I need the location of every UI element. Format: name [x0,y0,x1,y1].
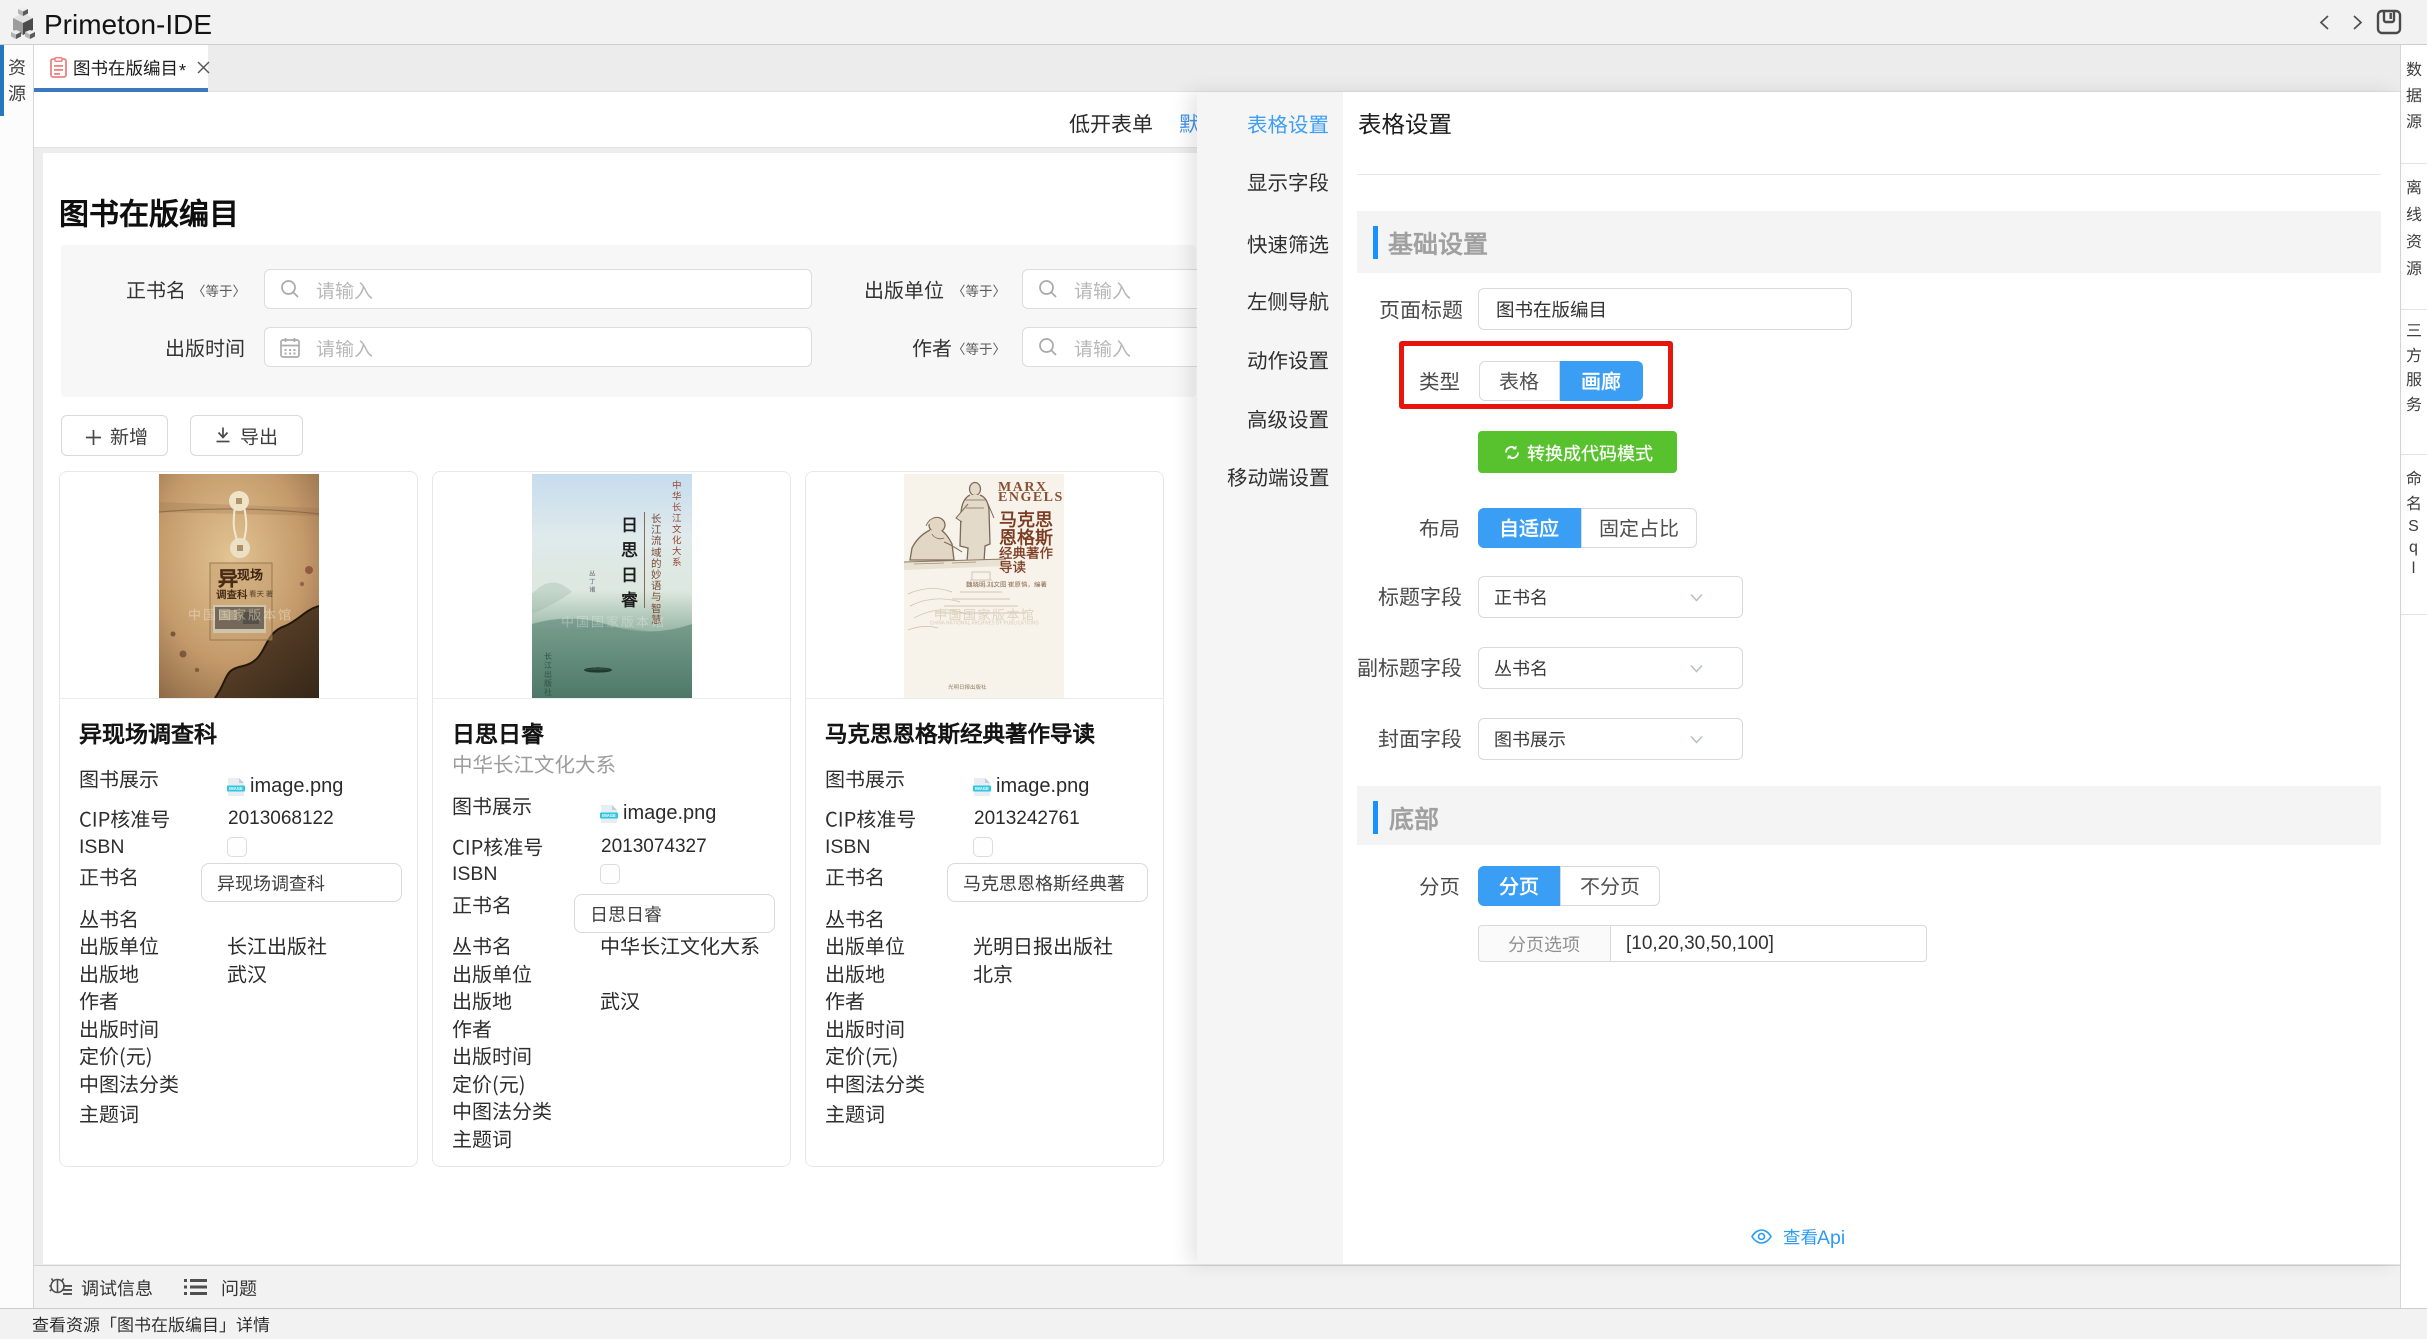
svg-text:IMAGE: IMAGE [602,813,616,818]
svg-text:IMAGE: IMAGE [229,786,243,791]
svg-text:IMAGE: IMAGE [975,786,989,791]
